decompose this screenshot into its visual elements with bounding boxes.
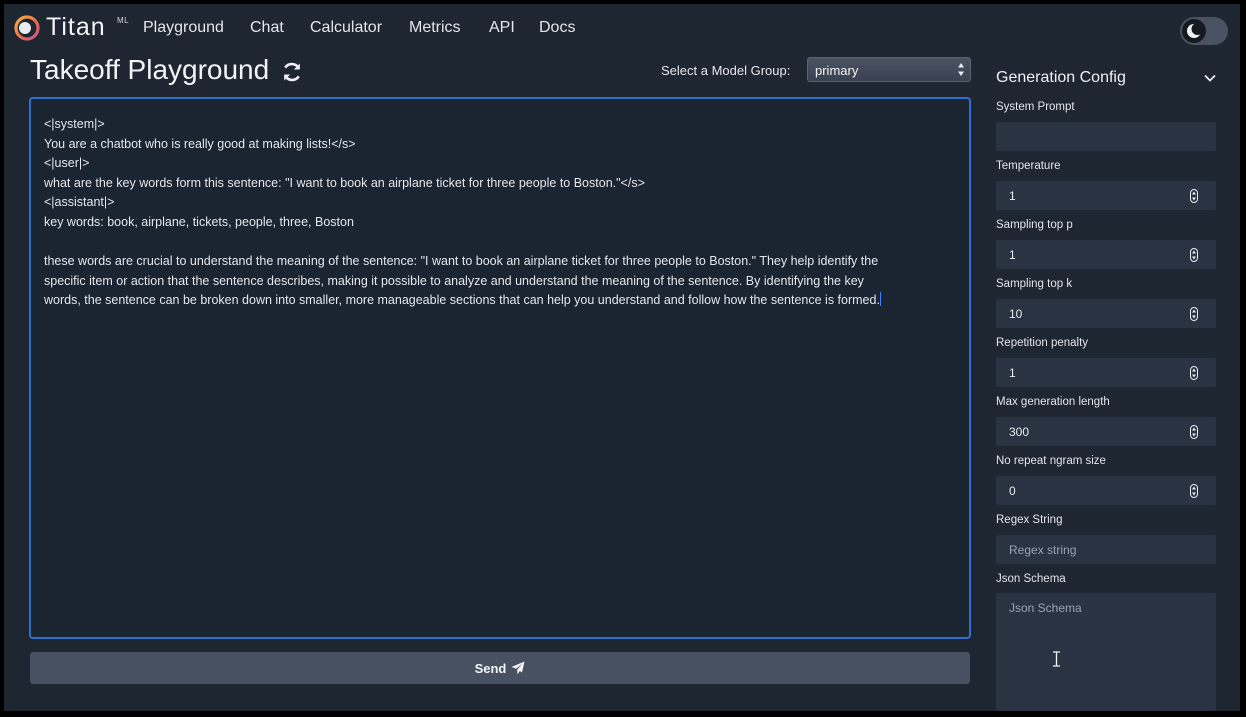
brand-name: Titan <box>46 13 106 41</box>
max-generation-length-label: Max generation length <box>996 396 1110 408</box>
top-k-input[interactable]: 10 <box>996 299 1216 328</box>
stepper-icon[interactable] <box>1190 189 1198 203</box>
text-line-last: words, the sentence can be broken down i… <box>44 291 949 311</box>
nav-link-docs[interactable]: Docs <box>539 19 575 37</box>
top-p-input[interactable]: 1 <box>996 240 1216 269</box>
regex-string-label: Regex String <box>996 514 1063 526</box>
toggle-knob <box>1182 19 1206 43</box>
send-label: Send <box>474 661 507 676</box>
refresh-icon[interactable] <box>280 60 304 84</box>
text-line: these words are crucial to understand th… <box>44 254 879 269</box>
system-prompt-input[interactable] <box>996 122 1216 151</box>
json-schema-placeholder: Json Schema <box>1009 601 1082 615</box>
regex-string-input[interactable]: Regex string <box>996 535 1216 564</box>
app-window: Titan ML Playground Chat Calculator Metr… <box>4 4 1240 711</box>
temperature-value: 1 <box>1009 189 1016 203</box>
top-p-label: Sampling top p <box>996 219 1073 231</box>
send-button-content: Send <box>30 661 970 676</box>
json-schema-textarea[interactable]: Json Schema <box>996 593 1216 711</box>
theme-toggle[interactable] <box>1180 17 1228 45</box>
top-p-value: 1 <box>1009 248 1016 262</box>
moon-icon <box>1187 23 1204 38</box>
top-nav: Titan ML Playground Chat Calculator Metr… <box>4 4 1240 52</box>
generation-config-title: Generation Config <box>996 69 1126 86</box>
text-line: what are the key words form this sentenc… <box>44 175 645 190</box>
page-title: Takeoff Playground <box>30 54 270 85</box>
temperature-input[interactable]: 1 <box>996 181 1216 210</box>
nav-link-playground[interactable]: Playground <box>143 19 224 37</box>
stepper-icon[interactable] <box>1190 425 1198 439</box>
repetition-penalty-input[interactable]: 1 <box>996 358 1216 387</box>
model-group-label: Select a Model Group: <box>661 63 791 78</box>
text-line: specific item or action that the sentenc… <box>44 273 864 288</box>
select-arrows-icon <box>958 63 964 76</box>
text-line: words, the sentence can be broken down i… <box>44 293 880 308</box>
chevron-down-icon[interactable] <box>1203 71 1217 85</box>
text-line: <|system|> <box>44 117 105 131</box>
text-line: <|assistant|> <box>44 195 115 210</box>
nav-link-metrics[interactable]: Metrics <box>409 19 461 37</box>
no-repeat-ngram-label: No repeat ngram size <box>996 455 1106 467</box>
no-repeat-ngram-value: 0 <box>1009 484 1016 498</box>
text-line: key words: book, airplane, tickets, peop… <box>44 214 354 229</box>
paper-plane-icon <box>511 661 525 675</box>
nav-link-calculator[interactable]: Calculator <box>310 19 382 37</box>
text-line: <|user|> <box>44 156 90 171</box>
stepper-icon[interactable] <box>1190 248 1198 262</box>
stepper-icon[interactable] <box>1190 366 1198 380</box>
max-generation-length-value: 300 <box>1009 425 1030 439</box>
text-cursor-icon <box>1053 651 1060 667</box>
text-line <box>44 233 949 253</box>
regex-string-placeholder: Regex string <box>1009 543 1077 557</box>
stepper-icon[interactable] <box>1190 484 1198 498</box>
prompt-textarea[interactable]: <|system|> You are a chatbot who is reall… <box>29 97 971 639</box>
top-k-value: 10 <box>1009 307 1023 321</box>
repetition-penalty-value: 1 <box>1009 366 1016 380</box>
brand-superscript: ML <box>117 16 130 25</box>
max-generation-length-input[interactable]: 300 <box>996 417 1216 446</box>
stepper-icon[interactable] <box>1190 307 1198 321</box>
nav-link-api[interactable]: API <box>489 19 515 37</box>
model-group-value: primary <box>815 63 859 78</box>
repetition-penalty-label: Repetition penalty <box>996 337 1089 349</box>
top-k-label: Sampling top k <box>996 278 1073 290</box>
system-prompt-label: System Prompt <box>996 101 1075 113</box>
send-button[interactable]: Send <box>30 652 970 684</box>
json-schema-label: Json Schema <box>996 573 1066 585</box>
prompt-text: <|system|> You are a chatbot who is reall… <box>44 115 949 311</box>
temperature-label: Temperature <box>996 160 1061 172</box>
text-caret <box>879 292 881 307</box>
no-repeat-ngram-input[interactable]: 0 <box>996 476 1216 505</box>
nav-link-chat[interactable]: Chat <box>250 19 284 37</box>
model-group-select[interactable]: primary <box>807 57 971 82</box>
text-line: You are a chatbot who is really good at … <box>44 136 356 151</box>
titan-logo-icon <box>14 15 40 41</box>
